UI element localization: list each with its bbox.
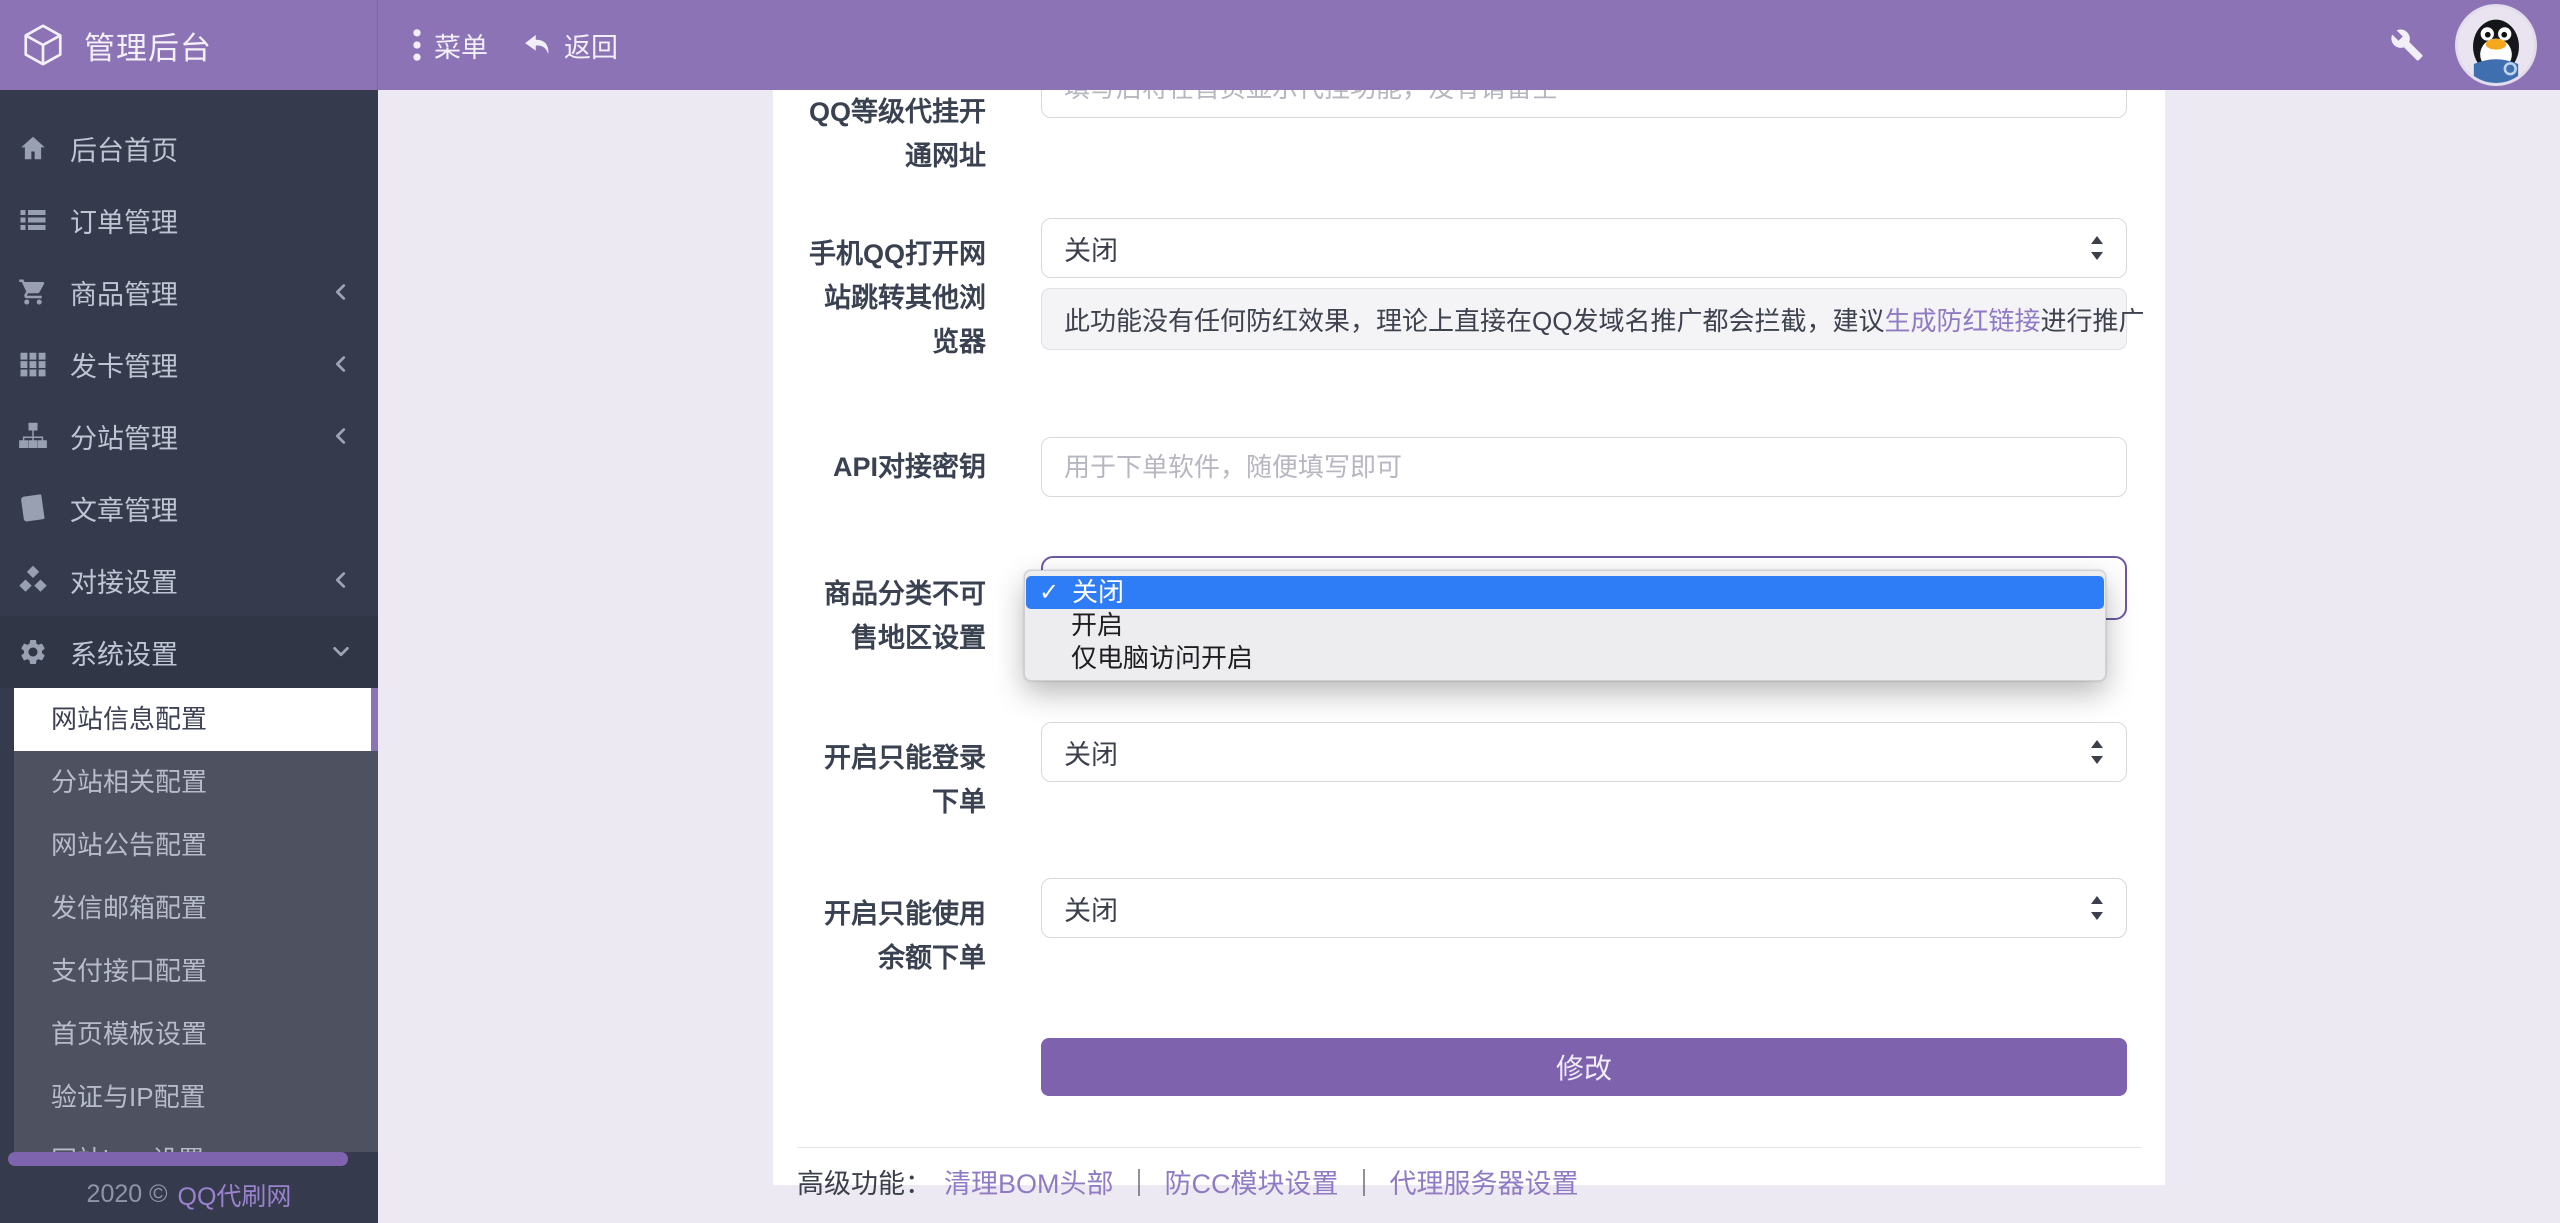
- sidebar-item-cards[interactable]: 发卡管理: [0, 328, 378, 400]
- gear-icon: [18, 637, 54, 667]
- dropdown-option-label: 关闭: [1072, 577, 1124, 607]
- advanced-functions-row: 高级功能： 清理BOM头部 ｜ 防CC模块设置 ｜ 代理服务器设置: [797, 1162, 1579, 1201]
- sidebar-menu: 后台首页 订单管理 商品管理: [0, 90, 378, 688]
- submit-button[interactable]: 修改: [1041, 1038, 2127, 1096]
- api-key-input[interactable]: [1041, 437, 2127, 497]
- sidebar-sub-item-payment-config[interactable]: 支付接口配置: [14, 940, 378, 1003]
- copyright-text: 2020 ©: [87, 1180, 168, 1209]
- sidebar-sub-item-email-config[interactable]: 发信邮箱配置: [14, 877, 378, 940]
- main-content: QQ等级代挂开 通网址 手机QQ打开网 站跳转其他浏 览器 关闭 此功能没有任何…: [378, 0, 2560, 1223]
- dropdown-option-pc-only[interactable]: 仅电脑访问开启: [1025, 642, 2105, 675]
- sidebar-item-label: 订单管理: [70, 201, 378, 240]
- sidebar-sub-item-site-info[interactable]: 网站信息配置: [14, 688, 378, 751]
- dropdown-option-close[interactable]: ✓ 关闭: [1026, 576, 2104, 609]
- anti-red-link[interactable]: 生成防红链接: [1884, 301, 2040, 338]
- sidebar-item-label: 分站管理: [70, 417, 330, 456]
- clean-bom-link[interactable]: 清理BOM头部: [944, 1162, 1114, 1201]
- admin-app: 管理后台 菜单 返回: [0, 0, 2560, 1223]
- field-label-api-key: API对接密钥: [780, 445, 986, 489]
- field-label-qq-hang: QQ等级代挂开 通网址: [780, 90, 986, 178]
- back-button-label: 返回: [564, 26, 618, 65]
- field-label-mobile-qq-jump: 手机QQ打开网 站跳转其他浏 览器: [780, 232, 986, 364]
- balance-only-select[interactable]: 关闭: [1041, 878, 2127, 938]
- chevron-left-icon: [330, 569, 352, 591]
- sidebar-item-system-settings[interactable]: 系统设置: [0, 616, 378, 688]
- settings-form-card: QQ等级代挂开 通网址 手机QQ打开网 站跳转其他浏 览器 关闭 此功能没有任何…: [773, 40, 2165, 1185]
- sidebar-item-label: 系统设置: [70, 633, 330, 672]
- chevron-down-icon: [330, 641, 352, 663]
- select-stepper-icon: [2086, 232, 2108, 264]
- mobile-qq-jump-help: 此功能没有任何防红效果，理论上直接在QQ发域名推广都会拦截，建议生成防红链接进行…: [1041, 288, 2127, 350]
- sidebar-sub-item-substation-config[interactable]: 分站相关配置: [14, 751, 378, 814]
- site-link[interactable]: QQ代刷网: [178, 1177, 292, 1213]
- sidebar-item-api-settings[interactable]: 对接设置: [0, 544, 378, 616]
- help-text: 此功能没有任何防红效果，理论上直接在QQ发域名推广都会拦截，建议: [1064, 301, 1884, 338]
- login-only-select[interactable]: 关闭: [1041, 722, 2127, 782]
- select-stepper-icon: [2086, 736, 2108, 768]
- checkmark-icon: ✓: [1039, 576, 1059, 609]
- topbar-right: [2390, 7, 2560, 83]
- back-button[interactable]: 返回: [522, 26, 618, 65]
- sidebar-sub-item-logo-config[interactable]: 网站logo设置: [14, 1129, 378, 1152]
- category-region-dropdown: ✓ 关闭 开启 仅电脑访问开启: [1024, 570, 2106, 681]
- dropdown-option-open[interactable]: 开启: [1025, 609, 2105, 642]
- sidebar-footer: 2020 © QQ代刷网: [0, 1166, 378, 1223]
- sidebar-sub-item-home-template[interactable]: 首页模板设置: [14, 1003, 378, 1066]
- sidebar-item-label: 文章管理: [70, 489, 378, 528]
- advanced-prefix: 高级功能：: [797, 1162, 932, 1201]
- sidebar-item-dashboard[interactable]: 后台首页: [0, 112, 378, 184]
- chevron-left-icon: [330, 281, 352, 303]
- help-text: 进行推广: [2040, 301, 2144, 338]
- sidebar-item-label: 发卡管理: [70, 345, 330, 384]
- sidebar-item-products[interactable]: 商品管理: [0, 256, 378, 328]
- sidebar-horizontal-scrollbar[interactable]: [8, 1152, 348, 1166]
- system-settings-submenu: 网站信息配置 分站相关配置 网站公告配置 发信邮箱配置 支付接口配置 首页模板设…: [14, 688, 378, 1152]
- sitemap-icon: [18, 421, 54, 451]
- book-icon: [18, 493, 54, 523]
- back-arrow-icon: [522, 30, 552, 60]
- anti-cc-link[interactable]: 防CC模块设置: [1165, 1162, 1339, 1201]
- sidebar-item-label: 对接设置: [70, 561, 330, 600]
- chevron-left-icon: [330, 425, 352, 447]
- sidebar-item-label: 后台首页: [70, 129, 378, 168]
- menu-button[interactable]: 菜单: [412, 26, 488, 65]
- sidebar-sub-item-verify-ip[interactable]: 验证与IP配置: [14, 1066, 378, 1129]
- menu-button-label: 菜单: [434, 26, 488, 65]
- proxy-server-link[interactable]: 代理服务器设置: [1390, 1162, 1579, 1201]
- cubes-icon: [18, 565, 54, 595]
- dropdown-option-label: 仅电脑访问开启: [1071, 643, 1253, 673]
- grid-icon: [18, 349, 54, 379]
- select-value: 关闭: [1064, 889, 1118, 928]
- sidebar: 后台首页 订单管理 商品管理: [0, 90, 378, 1223]
- brand[interactable]: 管理后台: [0, 0, 378, 90]
- field-label-login-only: 开启只能登录 下单: [780, 736, 986, 824]
- select-stepper-icon: [2086, 892, 2108, 924]
- sidebar-sub-item-announcement-config[interactable]: 网站公告配置: [14, 814, 378, 877]
- chevron-left-icon: [330, 353, 352, 375]
- select-value: 关闭: [1064, 229, 1118, 268]
- field-label-balance-only: 开启只能使用 余额下单: [780, 892, 986, 980]
- home-icon: [18, 133, 54, 163]
- brand-title: 管理后台: [84, 23, 212, 68]
- select-value: 关闭: [1064, 733, 1118, 772]
- field-label-category-region: 商品分类不可 售地区设置: [780, 572, 986, 660]
- sidebar-item-substations[interactable]: 分站管理: [0, 400, 378, 472]
- list-icon: [18, 205, 54, 235]
- cart-icon: [18, 277, 54, 307]
- mobile-qq-jump-select[interactable]: 关闭: [1041, 218, 2127, 278]
- topbar: 管理后台 菜单 返回: [0, 0, 2560, 90]
- divider: [797, 1147, 2141, 1148]
- sidebar-item-label: 商品管理: [70, 273, 330, 312]
- cube-logo-icon: [20, 22, 66, 68]
- sidebar-item-orders[interactable]: 订单管理: [0, 184, 378, 256]
- wrench-icon[interactable]: [2390, 28, 2424, 62]
- sidebar-item-articles[interactable]: 文章管理: [0, 472, 378, 544]
- avatar[interactable]: [2458, 7, 2534, 83]
- kebab-menu-icon: [412, 28, 422, 62]
- dropdown-option-label: 开启: [1071, 610, 1123, 640]
- separator: ｜: [1351, 1162, 1378, 1201]
- separator: ｜: [1126, 1162, 1153, 1201]
